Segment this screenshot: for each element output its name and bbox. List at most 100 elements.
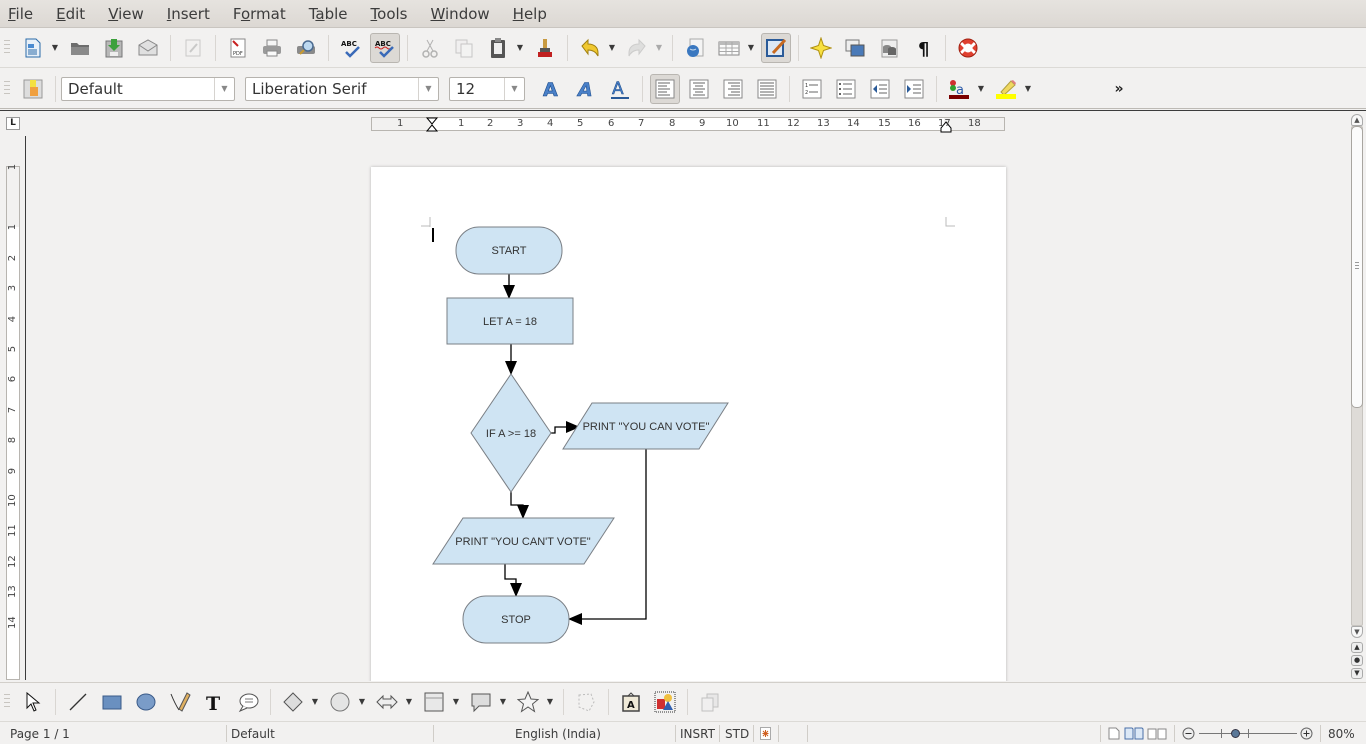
menu-tools[interactable]: Tools	[369, 5, 410, 23]
single-page-view-icon[interactable]	[1108, 727, 1120, 740]
callout-shapes-dropdown[interactable]: ▼	[498, 687, 508, 717]
italic-button[interactable]: A	[571, 74, 601, 104]
left-indent-marker[interactable]	[425, 117, 439, 133]
new-document-dropdown[interactable]: ▼	[50, 33, 60, 63]
align-left-button[interactable]	[650, 73, 680, 104]
data-sources-button[interactable]	[874, 33, 904, 63]
export-pdf-button[interactable]: PDF	[223, 33, 253, 63]
styles-formatting-button[interactable]	[18, 74, 48, 104]
highlighting-button[interactable]	[991, 74, 1021, 104]
menu-window[interactable]: Window	[429, 5, 492, 23]
freeform-line-button[interactable]	[165, 687, 195, 717]
insert-mode-status[interactable]: INSRT	[680, 727, 715, 741]
align-right-button[interactable]	[718, 74, 748, 104]
menu-insert[interactable]: Insert	[165, 5, 212, 23]
flowchart-dropdown[interactable]: ▼	[451, 687, 461, 717]
ellipse-button[interactable]	[131, 687, 161, 717]
hyperlink-button[interactable]	[680, 33, 710, 63]
page-number-status[interactable]: Page 1 / 1	[10, 727, 70, 741]
gallery-button[interactable]	[840, 33, 870, 63]
rectangle-button[interactable]	[97, 687, 127, 717]
help-button[interactable]	[953, 33, 983, 63]
navigator-button[interactable]	[806, 33, 836, 63]
navigation-icon[interactable]: ●	[1351, 655, 1363, 666]
extrusion-button[interactable]	[695, 687, 725, 717]
vertical-scrollbar[interactable]: ▲ ▼ ▲ ● ▼	[1349, 112, 1366, 680]
bold-button[interactable]: A	[537, 74, 567, 104]
highlighting-dropdown[interactable]: ▼	[1023, 74, 1033, 104]
numbering-button[interactable]: 12	[797, 74, 827, 104]
horizontal-ruler[interactable]: 1 1 2 3 4 5 6 7 8 9 10 11 12 13 14 15 16 17 18	[371, 117, 1005, 133]
document-canvas[interactable]: START LET A = 18 IF A >= 18 PRINT "YOU C…	[27, 137, 1349, 681]
text-button[interactable]: T	[199, 687, 229, 717]
new-document-button[interactable]	[18, 33, 48, 63]
chevron-down-icon[interactable]: ▼	[214, 77, 234, 100]
copy-button[interactable]	[449, 33, 479, 63]
formatting-marks-button[interactable]: ¶	[908, 33, 938, 63]
scroll-up-icon[interactable]: ▲	[1351, 114, 1363, 126]
save-button[interactable]	[99, 33, 129, 63]
symbol-shapes-dropdown[interactable]: ▼	[357, 687, 367, 717]
paste-dropdown[interactable]: ▼	[515, 33, 525, 63]
font-color-dropdown[interactable]: ▼	[976, 74, 986, 104]
clone-formatting-button[interactable]	[530, 33, 560, 63]
callout-shapes-button[interactable]	[466, 687, 496, 717]
scrollbar-thumb[interactable]	[1351, 126, 1363, 408]
paragraph-style-select[interactable]: Default ▼	[61, 76, 235, 101]
toolbar-grip[interactable]	[4, 693, 10, 710]
edit-file-button[interactable]	[178, 33, 208, 63]
menu-help[interactable]: Help	[511, 5, 549, 23]
symbol-shapes-button[interactable]	[325, 687, 355, 717]
flow-node-decision[interactable]: IF A >= 18	[470, 373, 552, 493]
increase-indent-button[interactable]	[899, 74, 929, 104]
flowchart-button[interactable]	[419, 687, 449, 717]
basic-shapes-dropdown[interactable]: ▼	[310, 687, 320, 717]
previous-page-icon[interactable]: ▲	[1351, 642, 1363, 653]
print-preview-button[interactable]	[291, 33, 321, 63]
undo-button[interactable]	[575, 33, 605, 63]
menu-file[interactable]: File	[6, 5, 35, 23]
fontwork-gallery-button[interactable]: A	[616, 687, 646, 717]
table-button[interactable]	[714, 33, 744, 63]
align-center-button[interactable]	[684, 74, 714, 104]
flow-node-start[interactable]: START	[455, 226, 563, 275]
book-view-icon[interactable]	[1147, 727, 1167, 740]
next-page-icon[interactable]: ▼	[1351, 668, 1363, 679]
vertical-ruler[interactable]: 1 1 2 3 4 5 6 7 8 9 10 11 12 13 14	[6, 164, 20, 680]
toolbar-grip[interactable]	[4, 80, 10, 97]
print-button[interactable]	[257, 33, 287, 63]
block-arrows-button[interactable]	[372, 687, 402, 717]
open-button[interactable]	[65, 33, 95, 63]
zoom-level-status[interactable]: 80%	[1328, 727, 1355, 741]
redo-button[interactable]	[622, 33, 652, 63]
callouts-button[interactable]	[233, 687, 263, 717]
font-name-select[interactable]: Liberation Serif ▼	[245, 76, 439, 101]
document-page[interactable]: START LET A = 18 IF A >= 18 PRINT "YOU C…	[371, 167, 1006, 681]
language-status[interactable]: English (India)	[515, 727, 601, 741]
autospellcheck-button[interactable]: ABC	[370, 32, 400, 63]
underline-button[interactable]: A	[605, 74, 635, 104]
toolbar-grip[interactable]	[4, 39, 10, 56]
connector-decision-to-print-no[interactable]	[510, 492, 529, 519]
block-arrows-dropdown[interactable]: ▼	[404, 687, 414, 717]
show-draw-functions-button[interactable]	[761, 32, 791, 63]
zoom-out-icon[interactable]	[1182, 727, 1195, 740]
justify-button[interactable]	[752, 74, 782, 104]
undo-dropdown[interactable]: ▼	[607, 33, 617, 63]
font-color-button[interactable]: a	[944, 74, 974, 104]
cut-button[interactable]	[415, 33, 445, 63]
zoom-slider-thumb[interactable]	[1230, 729, 1240, 738]
points-button[interactable]	[571, 687, 601, 717]
paste-button[interactable]	[483, 33, 513, 63]
spellcheck-button[interactable]: ABC	[336, 33, 366, 63]
menu-table[interactable]: Table	[307, 5, 350, 23]
scroll-down-icon[interactable]: ▼	[1351, 626, 1363, 638]
multi-page-view-icon[interactable]	[1124, 727, 1144, 740]
menu-edit[interactable]: Edit	[54, 5, 87, 23]
table-dropdown[interactable]: ▼	[746, 33, 756, 63]
document-modified-icon[interactable]	[760, 727, 771, 740]
menu-view[interactable]: View	[106, 5, 146, 23]
page-style-status[interactable]: Default	[231, 727, 275, 741]
connector-print-no-to-stop[interactable]	[504, 564, 522, 597]
selection-mode-status[interactable]: STD	[725, 727, 749, 741]
